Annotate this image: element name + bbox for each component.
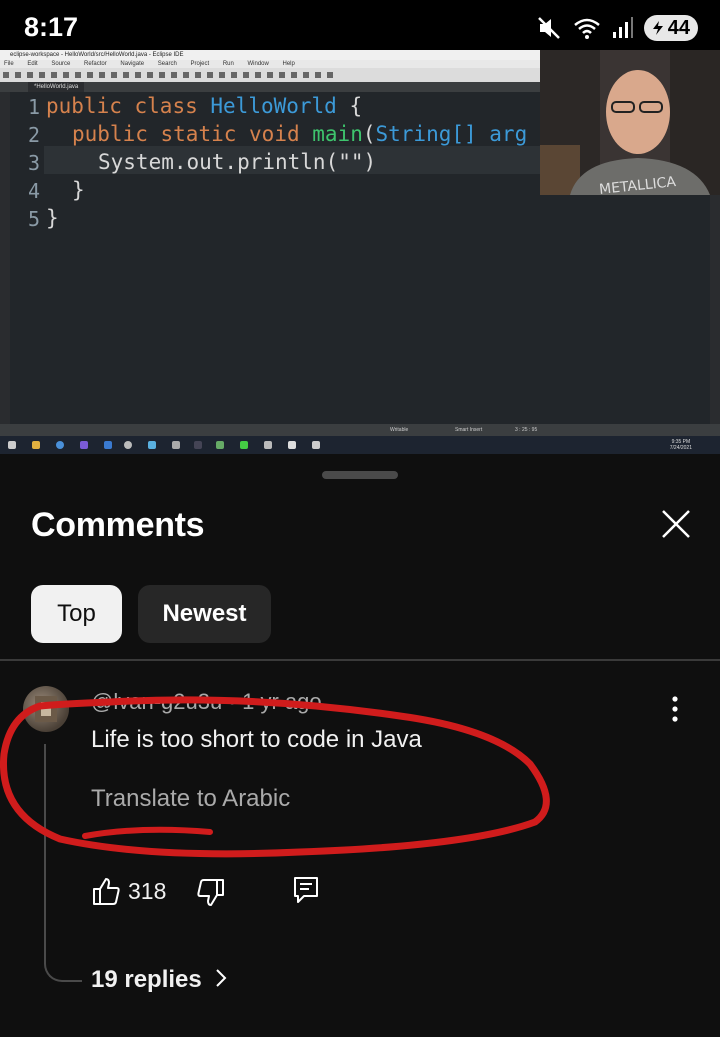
- reply-icon[interactable]: [292, 875, 320, 905]
- view-replies-button[interactable]: 19 replies: [91, 966, 228, 994]
- close-icon[interactable]: [656, 504, 696, 544]
- sort-chip-top[interactable]: Top: [31, 585, 122, 643]
- battery-indicator: 44: [643, 15, 698, 41]
- code-line-3: System.out.println(""): [98, 150, 377, 174]
- windows-taskbar: 9:35 PM 7/24/2021: [0, 436, 720, 454]
- ide-status-insert: Smart Insert: [455, 427, 483, 433]
- app-icon: [104, 441, 112, 449]
- like-count: 318: [128, 878, 167, 904]
- battery-level: 44: [667, 16, 690, 39]
- app-icon: [216, 441, 224, 449]
- ide-menu-item: Edit: [27, 61, 38, 67]
- app-icon: [124, 441, 132, 449]
- ide-status-bar: Writable Smart Insert 3 : 25 : 95: [0, 424, 720, 436]
- ide-menu-item: Refactor: [84, 61, 107, 67]
- explorer-icon: [32, 441, 40, 449]
- code-token: HelloWorld: [210, 94, 337, 118]
- app-icon: [288, 441, 296, 449]
- divider: [0, 659, 720, 661]
- line-number: 1: [28, 95, 41, 119]
- code-token: public: [46, 94, 122, 118]
- dislike-icon[interactable]: [196, 878, 226, 908]
- translate-link[interactable]: Translate to Arabic: [91, 785, 290, 813]
- line-number: 2: [28, 123, 41, 147]
- line-number: 5: [28, 207, 41, 231]
- app-icon: [80, 441, 88, 449]
- signal-icon: [612, 17, 633, 38]
- presenter-image: METALLICA: [540, 50, 720, 195]
- comment-text: Life is too short to code in Java: [91, 726, 422, 753]
- ide-menu-item: Project: [190, 61, 210, 67]
- reply-thread-line: [44, 744, 82, 982]
- ide-editor-tab: *HelloWorld.java: [28, 82, 85, 92]
- comments-title: Comments: [31, 506, 205, 544]
- app-icon: [264, 441, 272, 449]
- code-line-2: public static void main(String[] arg: [72, 122, 527, 146]
- ide-menu-item: Window: [247, 61, 269, 67]
- app-icon: [172, 441, 180, 449]
- ide-status-position: 3 : 25 : 95: [515, 427, 538, 433]
- code-line-5: }: [46, 206, 59, 230]
- chevron-right-icon: [216, 969, 227, 987]
- code-token: public: [72, 122, 148, 146]
- start-icon: [8, 441, 16, 449]
- comment-age: 1 yr ago: [242, 689, 322, 714]
- line-number: 4: [28, 179, 41, 203]
- charging-icon: [652, 21, 663, 35]
- ide-menu-item: Run: [222, 61, 234, 67]
- ide-status-writable: Writable: [390, 427, 409, 433]
- ide-menu-item: File: [4, 61, 14, 67]
- code-token: String: [375, 122, 452, 146]
- taskbar-date: 7/24/2021: [669, 445, 692, 451]
- chrome-icon: [56, 441, 64, 449]
- code-token: (: [362, 122, 376, 146]
- code-token: static: [160, 122, 237, 146]
- line-number: 3: [28, 151, 41, 175]
- code-token: class: [134, 94, 198, 118]
- drag-handle[interactable]: [322, 471, 398, 479]
- status-bar: 8:17 44: [0, 0, 720, 50]
- status-icons: 44: [536, 14, 698, 42]
- code-token: {: [336, 94, 363, 118]
- taskbar-clock: 9:35 PM 7/24/2021: [670, 439, 692, 451]
- replies-label: 19 replies: [91, 966, 202, 993]
- more-options-icon[interactable]: [664, 694, 686, 724]
- like-icon[interactable]: [91, 876, 121, 906]
- status-time: 8:17: [24, 12, 79, 42]
- code-token: main: [312, 122, 363, 146]
- code-line-1: public class HelloWorld {: [46, 94, 362, 118]
- ide-menu-item: Search: [157, 61, 177, 67]
- ide-menu-item: Navigate: [120, 61, 145, 67]
- webcam-overlay: METALLICA: [540, 50, 720, 195]
- comment-author[interactable]: @lvan-g2u3u: [91, 689, 222, 714]
- ide-menu-item: Help: [282, 61, 295, 67]
- wifi-icon: [573, 18, 600, 39]
- app-icon: [194, 441, 202, 449]
- app-icon: [148, 441, 156, 449]
- comments-sheet: Comments Top Newest @lvan-g2u3u • 1 yr a…: [0, 454, 720, 1037]
- video-player[interactable]: eclipse-workspace - HelloWorld/src/Hello…: [0, 50, 720, 454]
- comment-meta: @lvan-g2u3u • 1 yr ago: [91, 689, 322, 715]
- ide-menu-item: Source: [51, 61, 71, 67]
- avatar[interactable]: [23, 686, 69, 732]
- app-icon: [312, 441, 320, 449]
- meta-separator: •: [228, 689, 237, 714]
- code-token: [] arg: [451, 122, 528, 146]
- sort-chip-newest[interactable]: Newest: [138, 585, 271, 643]
- mute-icon: [537, 17, 560, 39]
- code-line-4: }: [72, 178, 85, 202]
- code-token: void: [249, 122, 300, 146]
- app-icon: [240, 441, 248, 449]
